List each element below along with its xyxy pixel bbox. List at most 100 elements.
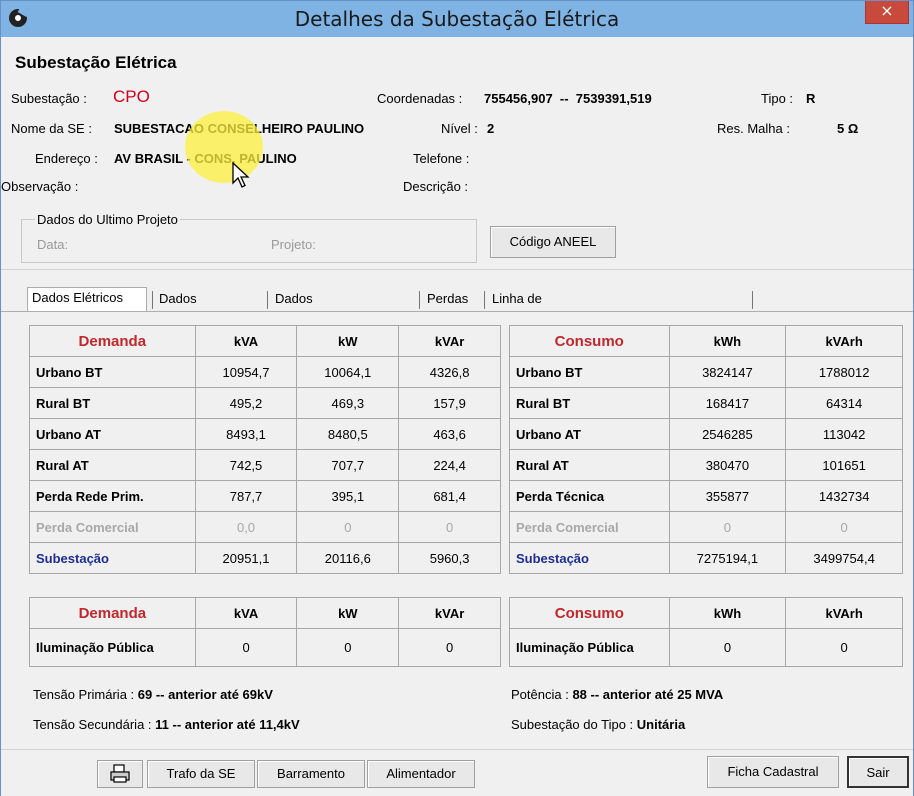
projeto-data-label: Data: — [37, 237, 69, 252]
print-button[interactable] — [97, 760, 143, 788]
kvarh-header: kVArh — [785, 325, 903, 357]
table-header-row: Consumo kWh kVArh — [509, 597, 903, 629]
demanda-table: Demanda kVA kW kVAr Urbano BT 10954,7 10… — [29, 325, 501, 574]
tab-separator — [484, 291, 485, 309]
demanda-ip-table: Demanda kVA kW kVAr Iluminação Pública 0… — [29, 597, 501, 667]
tensao-secundaria-label: Tensão Secundária : — [33, 717, 152, 732]
cell: 0 — [785, 511, 903, 543]
cell: 742,5 — [194, 449, 298, 481]
total-row: Subestação 20951,1 20116,6 5960,3 — [29, 542, 501, 574]
row-label: Urbano BT — [509, 356, 670, 388]
cell: 495,2 — [194, 387, 298, 419]
table-row: Rural BT 168417 64314 — [509, 387, 903, 419]
tensao-secundaria: Tensão Secundária : 11 -- anterior até 1… — [33, 717, 300, 732]
tab-separator — [419, 291, 420, 309]
tab-separator — [267, 291, 268, 309]
row-label: Rural AT — [29, 449, 196, 481]
consumo-header: Consumo — [509, 597, 670, 629]
subestacao-value: CPO — [113, 87, 150, 106]
cell: 0,0 — [194, 511, 298, 543]
cell: 380470 — [668, 449, 787, 481]
table-header-row: Demanda kVA kW kVAr — [29, 325, 501, 357]
table-row: Perda Comercial 0,0 0 0 — [29, 511, 501, 543]
tab-perdas[interactable]: Perdas — [423, 289, 472, 311]
cell: 2546285 — [668, 418, 787, 450]
row-label: Iluminação Pública — [509, 628, 670, 667]
table-row: Rural AT 742,5 707,7 224,4 — [29, 449, 501, 481]
tab-dados-corporativos[interactable]: Dados Corporativos — [271, 289, 353, 326]
cursor-highlight — [185, 111, 263, 183]
kwh-header: kWh — [668, 597, 787, 629]
cell: 469,3 — [296, 387, 400, 419]
cell: 787,7 — [194, 480, 298, 512]
row-label: Rural BT — [509, 387, 670, 419]
tensao-primaria-value: 69 -- anterior até 69kV — [137, 687, 273, 702]
cell: 4326,8 — [398, 356, 501, 388]
tensao-secundaria-value: 11 -- anterior até 11,4kV — [155, 717, 300, 732]
cell: 0 — [296, 511, 400, 543]
cell: 3499754,4 — [785, 542, 903, 574]
total-row: Subestação 7275194,1 3499754,4 — [509, 542, 903, 574]
tab-linha-transmissao[interactable]: Linha de Transmissão || Indicadores — [488, 289, 570, 366]
kvar-header: kVAr — [398, 597, 501, 629]
subestacao-label: Subestação : — [11, 91, 87, 106]
subestacao-tipo-label: Subestação do Tipo : — [511, 717, 634, 732]
table-row: Rural AT 380470 101651 — [509, 449, 903, 481]
row-label: Urbano AT — [29, 418, 196, 450]
codigo-aneel-button[interactable]: Código ANEEL — [490, 226, 616, 258]
cell: 0 — [668, 628, 787, 667]
kw-header: kW — [296, 597, 400, 629]
telefone-label: Telefone : — [413, 151, 470, 166]
kva-header: kVA — [194, 597, 298, 629]
row-label: Perda Rede Prim. — [29, 480, 196, 512]
total-label: Subestação — [29, 542, 196, 574]
table-row: Iluminação Pública 0 0 — [509, 628, 903, 667]
kvarh-header: kVArh — [785, 597, 903, 629]
cell: 463,6 — [398, 418, 501, 450]
row-label: Urbano BT — [29, 356, 196, 388]
tensao-primaria: Tensão Primária : 69 -- anterior até 69k… — [33, 687, 273, 702]
potencia-value: 88 -- anterior até 25 MVA — [572, 687, 724, 702]
table-header-row: Demanda kVA kW kVAr — [29, 597, 501, 629]
cell: 3824147 — [668, 356, 787, 388]
ultimo-projeto-legend: Dados do Ultimo Projeto — [35, 212, 180, 227]
cell: 8480,5 — [296, 418, 400, 450]
barramento-button[interactable]: Barramento — [257, 760, 365, 788]
table-header-row: Consumo kWh kVArh — [509, 325, 903, 357]
row-label: Perda Comercial — [29, 511, 196, 543]
row-label: Urbano AT — [509, 418, 670, 450]
cell: 0 — [296, 628, 400, 667]
section-heading: Subestação Elétrica — [15, 53, 177, 72]
trafo-button[interactable]: Trafo da SE — [147, 760, 255, 788]
tab-dados-clientes[interactable]: Dados Clientes — [155, 289, 210, 326]
kwh-header: kWh — [668, 325, 787, 357]
row-label: Rural AT — [509, 449, 670, 481]
descricao-label: Descrição : — [403, 179, 469, 194]
coordenadas-label: Coordenadas : — [377, 91, 463, 106]
alimentador-button[interactable]: Alimentador — [367, 760, 475, 788]
table-row: Perda Técnica 355877 1432734 — [509, 480, 903, 512]
sair-button[interactable]: Sair — [847, 756, 909, 788]
cell: 224,4 — [398, 449, 501, 481]
cell: 681,4 — [398, 480, 501, 512]
cell: 20951,1 — [194, 542, 298, 574]
table-row: Urbano AT 8493,1 8480,5 463,6 — [29, 418, 501, 450]
cell: 10064,1 — [296, 356, 400, 388]
ficha-cadastral-button[interactable]: Ficha Cadastral — [707, 756, 839, 788]
dialog-window: Detalhes da Subestação Elétrica × Subest… — [0, 0, 914, 796]
demanda-header: Demanda — [29, 325, 196, 357]
cell: 64314 — [785, 387, 903, 419]
close-button[interactable]: × — [865, 1, 909, 24]
row-label: Perda Técnica — [509, 480, 670, 512]
title-bar[interactable]: Detalhes da Subestação Elétrica × — [1, 1, 913, 37]
tab-dados-eletricos[interactable]: Dados Elétricos — [27, 287, 147, 311]
cell: 0 — [668, 511, 787, 543]
cell: 10954,7 — [194, 356, 298, 388]
tipo-label: Tipo : — [761, 91, 794, 106]
cell: 101651 — [785, 449, 903, 481]
tipo-value: R — [806, 91, 816, 106]
tab-separator — [152, 291, 153, 309]
resmalha-value: 5 Ω — [837, 121, 859, 136]
table-row: Urbano BT 3824147 1788012 — [509, 356, 903, 388]
cell: 0 — [785, 628, 903, 667]
